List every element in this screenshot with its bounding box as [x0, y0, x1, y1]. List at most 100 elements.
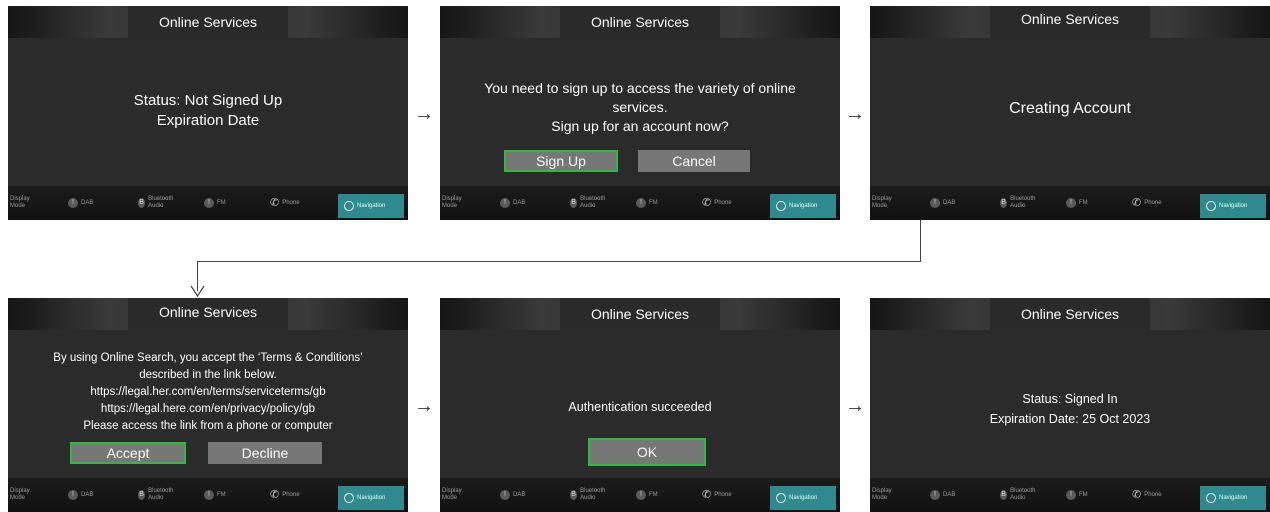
- navigation-button[interactable]: Navigation: [770, 194, 836, 218]
- display-mode-button[interactable]: Display Mode: [442, 478, 478, 512]
- expiration-date-text: Expiration Date: [156, 112, 260, 129]
- screen-title: Online Services: [990, 298, 1150, 330]
- display-mode-button[interactable]: Display Mode: [10, 478, 46, 512]
- fm-button[interactable]: ! FM: [636, 186, 658, 220]
- dab-button[interactable]: ! DAB: [930, 186, 955, 220]
- fm-button[interactable]: ! FM: [1066, 478, 1088, 512]
- navigation-icon: [776, 493, 786, 503]
- flow-arrowhead: [190, 285, 205, 298]
- phone-button[interactable]: ✆ Phone: [270, 478, 300, 512]
- flow-connector: [197, 261, 921, 262]
- display-mode-button[interactable]: Display Mode: [872, 186, 908, 220]
- display-mode-button[interactable]: Display Mode: [10, 186, 46, 220]
- antenna-icon: !: [204, 490, 214, 500]
- dab-button[interactable]: ! DAB: [500, 186, 525, 220]
- bluetooth-audio-button[interactable]: B Bluetooth Audio: [1000, 478, 1040, 512]
- navigation-button[interactable]: Navigation: [338, 194, 404, 218]
- screen-status-not-signed-up: Online Services Status: Not Signed Up Ex…: [8, 6, 408, 220]
- terms-line: Please access the link from a phone or c…: [83, 420, 333, 432]
- antenna-icon: !: [68, 490, 78, 500]
- authentication-message: Authentication succeeded: [568, 400, 712, 414]
- navigation-button[interactable]: Navigation: [338, 486, 404, 510]
- ok-button[interactable]: OK: [588, 438, 706, 466]
- expiration-date-text: Expiration Date: 25 Oct 2023: [989, 412, 1151, 426]
- antenna-icon: !: [500, 198, 510, 208]
- flow-arrow: →: [845, 103, 865, 125]
- message-line: services.: [612, 99, 668, 115]
- screen-body: You need to sign up to access the variet…: [440, 38, 840, 186]
- dab-button[interactable]: ! DAB: [68, 478, 93, 512]
- fm-button[interactable]: ! FM: [204, 478, 226, 512]
- flow-arrow: →: [414, 103, 434, 125]
- phone-button[interactable]: ✆ Phone: [1132, 186, 1162, 220]
- antenna-icon: !: [1066, 198, 1076, 208]
- bluetooth-icon: B: [570, 198, 578, 208]
- header: Online Services: [8, 298, 408, 330]
- bluetooth-audio-button[interactable]: B Bluetooth Audio: [570, 186, 610, 220]
- terms-link[interactable]: https://legal.her.com/en/terms/servicete…: [8, 386, 408, 398]
- screen-creating-account: Online Services Creating Account Display…: [870, 6, 1270, 220]
- display-mode-button[interactable]: Display Mode: [872, 478, 908, 512]
- navigation-icon: [344, 201, 354, 211]
- bluetooth-icon: B: [1000, 490, 1008, 500]
- phone-button[interactable]: ✆ Phone: [702, 186, 732, 220]
- terms-line: described in the link below.: [139, 369, 277, 381]
- bottom-bar: Display Mode ! DAB B Bluetooth Audio ! FM ✆…: [440, 478, 840, 512]
- flow-arrow: →: [845, 395, 865, 417]
- bottom-bar: Display Mode ! DAB B Bluetooth Audio ! FM ✆…: [8, 478, 408, 512]
- phone-icon: ✆: [1132, 488, 1142, 501]
- header: Online Services: [870, 6, 1270, 38]
- bluetooth-audio-button[interactable]: B Bluetooth Audio: [138, 478, 178, 512]
- display-mode-button[interactable]: Display Mode: [442, 186, 478, 220]
- navigation-icon: [1206, 493, 1216, 503]
- decline-button[interactable]: Decline: [208, 442, 322, 464]
- bottom-bar: Display Mode ! DAB B Bluetooth Audio ! FM ✆…: [870, 186, 1270, 220]
- bluetooth-icon: B: [138, 490, 146, 500]
- navigation-button[interactable]: Navigation: [1200, 486, 1266, 510]
- screen-body: By using Online Search, you accept the ‘…: [8, 330, 408, 478]
- phone-button[interactable]: ✆ Phone: [1132, 478, 1162, 512]
- header: Online Services: [8, 6, 408, 38]
- navigation-icon: [344, 493, 354, 503]
- bluetooth-audio-button[interactable]: B Bluetooth Audio: [1000, 186, 1040, 220]
- dab-button[interactable]: ! DAB: [930, 478, 955, 512]
- header: Online Services: [870, 298, 1270, 330]
- privacy-link[interactable]: https://legal.here.com/en/privacy/policy…: [8, 403, 408, 415]
- bluetooth-audio-button[interactable]: B Bluetooth Audio: [138, 186, 178, 220]
- phone-button[interactable]: ✆ Phone: [702, 478, 732, 512]
- fm-button[interactable]: ! FM: [204, 186, 226, 220]
- navigation-icon: [1206, 201, 1216, 211]
- phone-button[interactable]: ✆ Phone: [270, 186, 300, 220]
- antenna-icon: !: [500, 490, 510, 500]
- fm-button[interactable]: ! FM: [1066, 186, 1088, 220]
- message-line: Sign up for an account now?: [551, 118, 729, 134]
- bluetooth-icon: B: [1000, 198, 1008, 208]
- dab-button[interactable]: ! DAB: [500, 478, 525, 512]
- screen-title: Online Services: [560, 6, 720, 38]
- status-text: Status: Not Signed Up: [133, 92, 283, 109]
- bluetooth-icon: B: [570, 490, 578, 500]
- accept-button[interactable]: Accept: [70, 442, 186, 464]
- bottom-bar: Display Mode ! DAB B Bluetooth Audio ! FM ✆…: [440, 186, 840, 220]
- antenna-icon: !: [930, 198, 940, 208]
- bluetooth-audio-button[interactable]: B Bluetooth Audio: [570, 478, 610, 512]
- screen-body: Status: Signed In Expiration Date: 25 Oc…: [870, 330, 1270, 478]
- navigation-button[interactable]: Navigation: [1200, 194, 1266, 218]
- antenna-icon: !: [68, 198, 78, 208]
- screen-sign-up-prompt: Online Services You need to sign up to a…: [440, 6, 840, 220]
- navigation-button[interactable]: Navigation: [770, 486, 836, 510]
- screen-title: Online Services: [128, 298, 288, 330]
- antenna-icon: !: [636, 490, 646, 500]
- fm-button[interactable]: ! FM: [636, 478, 658, 512]
- antenna-icon: !: [1066, 490, 1076, 500]
- dab-button[interactable]: ! DAB: [68, 186, 93, 220]
- flow-arrow: →: [414, 395, 434, 417]
- sign-up-button[interactable]: Sign Up: [504, 150, 618, 172]
- bluetooth-icon: B: [138, 198, 146, 208]
- header: Online Services: [440, 298, 840, 330]
- creating-account-text: Creating Account: [1009, 100, 1131, 117]
- antenna-icon: !: [636, 198, 646, 208]
- screen-terms-and-conditions: Online Services By using Online Search, …: [8, 298, 408, 512]
- message-line: You need to sign up to access the variet…: [484, 80, 796, 96]
- cancel-button[interactable]: Cancel: [638, 150, 750, 172]
